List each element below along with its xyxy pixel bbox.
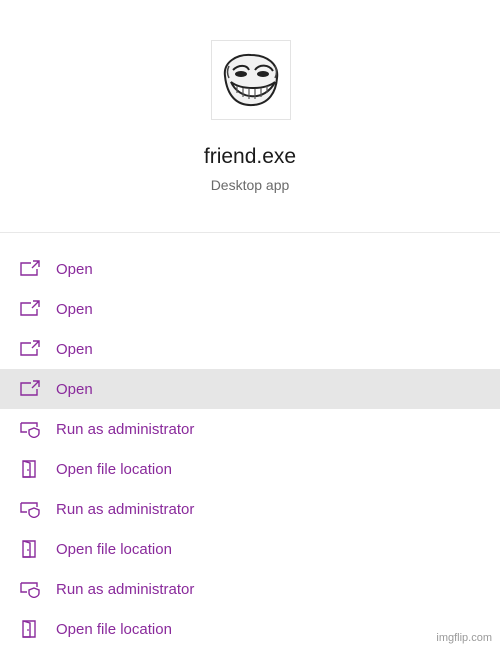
app-icon bbox=[211, 40, 291, 120]
menu-item-label: Open bbox=[56, 340, 93, 358]
menu-item-open-file-location[interactable]: Open file location bbox=[0, 449, 500, 489]
open-icon bbox=[18, 299, 42, 319]
menu-item-run-as-admin[interactable]: Run as administrator bbox=[0, 569, 500, 609]
menu-item-open-file-location[interactable]: Open file location bbox=[0, 609, 500, 649]
menu-item-label: Run as administrator bbox=[56, 500, 195, 518]
menu-item-run-as-admin[interactable]: Run as administrator bbox=[0, 409, 500, 449]
app-type: Desktop app bbox=[210, 177, 290, 193]
menu-item-label: Open bbox=[56, 380, 93, 398]
trollface-icon bbox=[223, 53, 279, 107]
menu-item-open-file-location[interactable]: Open file location bbox=[0, 529, 500, 569]
menu-item-label: Run as administrator bbox=[56, 580, 195, 598]
folder-door-icon bbox=[18, 619, 42, 639]
menu-item-open[interactable]: Open bbox=[0, 249, 500, 289]
shield-icon bbox=[18, 419, 42, 439]
app-header: friend.exe Desktop app bbox=[0, 0, 500, 232]
app-name: friend.exe bbox=[203, 145, 297, 168]
menu-item-open[interactable]: Open bbox=[0, 329, 500, 369]
shield-icon bbox=[18, 579, 42, 599]
folder-door-icon bbox=[18, 459, 42, 479]
folder-door-icon bbox=[18, 539, 42, 559]
shield-icon bbox=[18, 499, 42, 519]
menu-item-label: Open file location bbox=[56, 620, 172, 638]
menu-item-open[interactable]: Open bbox=[0, 289, 500, 329]
open-icon bbox=[18, 259, 42, 279]
menu-item-label: Run as administrator bbox=[56, 420, 195, 438]
divider bbox=[0, 232, 500, 233]
menu-item-open-highlighted[interactable]: Open bbox=[0, 369, 500, 409]
menu-item-label: Open bbox=[56, 300, 93, 318]
context-menu: Open Open Open Open Run as administrator… bbox=[0, 249, 500, 649]
watermark: imgflip.com bbox=[436, 632, 492, 644]
open-icon bbox=[18, 339, 42, 359]
menu-item-label: Open bbox=[56, 260, 93, 278]
menu-item-label: Open file location bbox=[56, 540, 172, 558]
menu-item-label: Open file location bbox=[56, 460, 172, 478]
menu-item-run-as-admin[interactable]: Run as administrator bbox=[0, 489, 500, 529]
open-icon bbox=[18, 379, 42, 399]
